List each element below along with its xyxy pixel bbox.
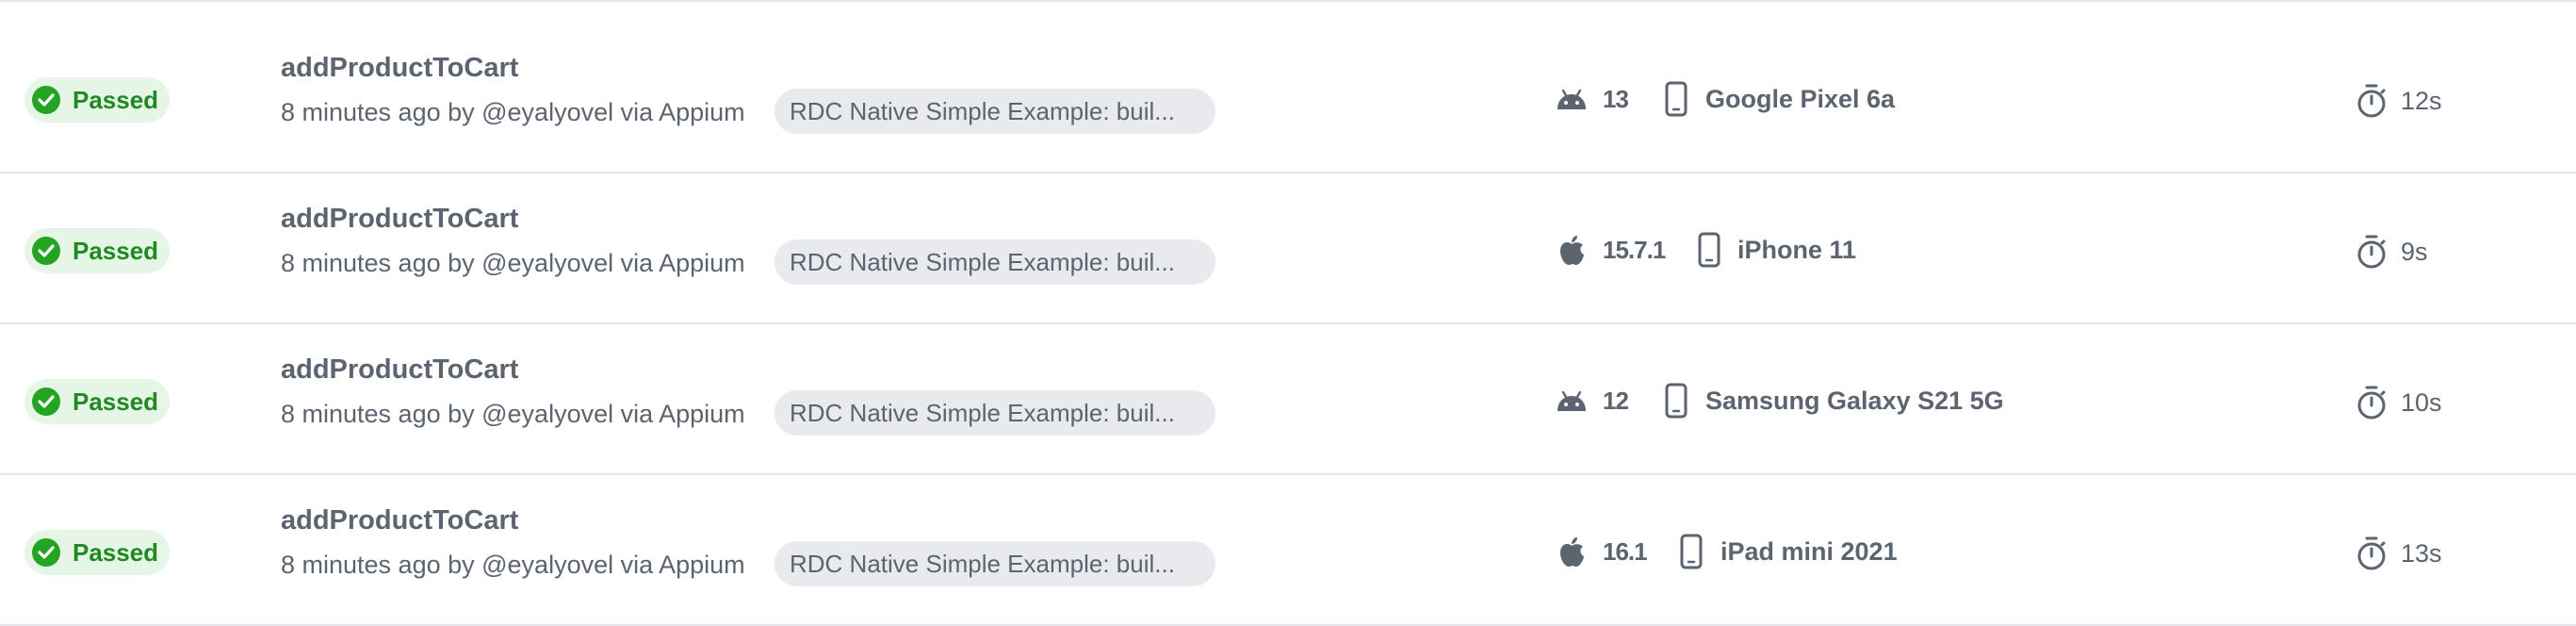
os-version: 12 (1603, 387, 1629, 415)
stopwatch-icon (2357, 84, 2386, 118)
test-row[interactable]: Passed addProductToCart 8 minutes ago by… (0, 324, 2576, 475)
device-name: iPhone 11 (1737, 236, 1857, 264)
status-label: Passed (73, 387, 159, 416)
status-label: Passed (73, 236, 159, 265)
phone-icon (1680, 534, 1703, 569)
check-circle-icon (32, 237, 60, 265)
stopwatch-icon (2357, 386, 2386, 420)
phone-icon (1698, 232, 1720, 268)
apple-icon (1555, 535, 1589, 569)
status-badge: Passed (24, 77, 170, 123)
phone-icon (1665, 81, 1687, 117)
android-icon (1555, 385, 1589, 419)
status-badge: Passed (24, 379, 170, 424)
build-chip[interactable]: RDC Native Simple Example: buil... (774, 541, 1215, 586)
build-chip[interactable]: RDC Native Simple Example: buil... (774, 239, 1215, 285)
duration: 13s (2401, 539, 2442, 568)
build-chip[interactable]: RDC Native Simple Example: buil... (774, 390, 1215, 436)
build-chip[interactable]: RDC Native Simple Example: buil... (774, 89, 1215, 134)
test-name-link[interactable]: addProductToCart (281, 53, 518, 84)
os-version: 13 (1603, 85, 1629, 113)
status-label: Passed (73, 537, 159, 567)
test-row[interactable]: Passed addProductToCart 8 minutes ago by… (0, 475, 2576, 626)
stopwatch-icon (2357, 235, 2386, 269)
duration: 10s (2401, 388, 2442, 417)
status-badge: Passed (24, 530, 170, 575)
test-meta: 8 minutes ago by @eyalyovel via Appium (281, 98, 745, 126)
test-row[interactable]: Passed addProductToCart 8 minutes ago by… (0, 173, 2576, 324)
stopwatch-icon (2357, 536, 2386, 570)
os-version: 16.1 (1603, 537, 1648, 566)
os-version: 15.7.1 (1603, 236, 1666, 264)
test-meta: 8 minutes ago by @eyalyovel via Appium (281, 249, 745, 277)
test-name-link[interactable]: addProductToCart (281, 505, 518, 536)
status-label: Passed (73, 85, 159, 114)
phone-icon (1665, 383, 1687, 419)
check-circle-icon (32, 86, 60, 114)
check-circle-icon (32, 538, 60, 567)
test-meta: 8 minutes ago by @eyalyovel via Appium (281, 400, 745, 428)
duration: 12s (2401, 87, 2442, 115)
device-name: iPad mini 2021 (1720, 537, 1898, 566)
apple-icon (1555, 234, 1589, 268)
test-meta: 8 minutes ago by @eyalyovel via Appium (281, 551, 745, 579)
duration: 9s (2401, 238, 2428, 266)
device-name: Google Pixel 6a (1705, 85, 1896, 113)
test-results-list: Passed addProductToCart 8 minutes ago by… (0, 0, 2576, 626)
test-name-link[interactable]: addProductToCart (281, 204, 518, 235)
test-name-link[interactable]: addProductToCart (281, 354, 518, 386)
android-icon (1555, 83, 1589, 117)
status-badge: Passed (24, 228, 170, 273)
check-circle-icon (32, 387, 60, 416)
device-name: Samsung Galaxy S21 5G (1705, 387, 2004, 415)
test-row[interactable]: Passed addProductToCart 8 minutes ago by… (0, 23, 2576, 173)
